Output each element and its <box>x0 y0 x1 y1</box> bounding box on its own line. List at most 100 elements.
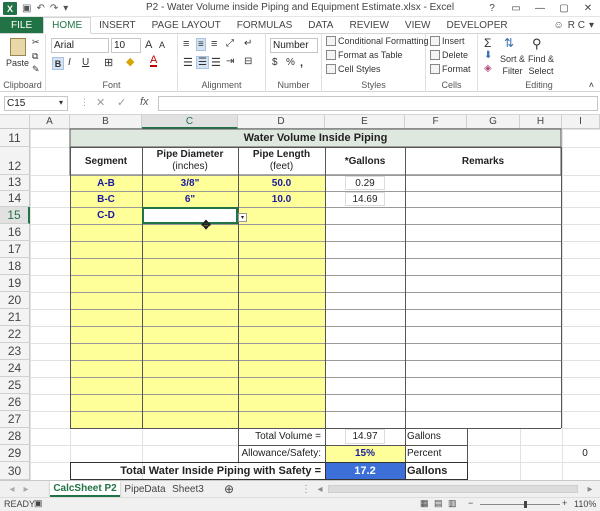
align-center-icon[interactable]: ☰ <box>196 56 209 69</box>
sheet-tab-pipedata[interactable]: PipeData <box>122 481 168 497</box>
maximize-icon[interactable]: ▢ <box>552 0 576 17</box>
scroll-left-icon[interactable]: ◂ <box>6 481 18 497</box>
format-cells-button[interactable]: Format <box>430 64 471 74</box>
cell-segment-3[interactable]: C-D <box>70 207 142 224</box>
cancel-entry-icon[interactable]: ✕ <box>96 96 105 109</box>
tab-data[interactable]: DATA <box>300 17 341 33</box>
zoom-in-icon[interactable]: + <box>562 498 567 508</box>
collapse-ribbon-icon[interactable]: ˄ <box>589 80 594 90</box>
zoom-level[interactable]: 110% <box>574 499 596 509</box>
copy-icon[interactable]: ⧉ <box>32 51 38 62</box>
row-header-26[interactable]: 26 <box>0 394 30 411</box>
row-header-20[interactable]: 20 <box>0 292 30 309</box>
dropdown-arrow-icon[interactable]: ▾ <box>238 213 247 222</box>
tab-review[interactable]: REVIEW <box>341 17 396 33</box>
font-name-select[interactable]: Arial <box>51 38 109 53</box>
percent-button[interactable]: % <box>286 57 295 68</box>
wrap-text-icon[interactable]: ↵ <box>244 38 252 49</box>
row-header-22[interactable]: 22 <box>0 326 30 343</box>
sheet-tab-calcsheet-p2[interactable]: CalcSheet P2 <box>50 481 120 497</box>
cell-gallons-1[interactable]: 0.29 <box>345 176 385 190</box>
paste-button[interactable]: Paste <box>6 38 29 68</box>
font-size-select[interactable]: 10 <box>111 38 141 53</box>
tab-file[interactable]: FILE <box>0 17 44 33</box>
formula-input[interactable] <box>158 96 598 111</box>
align-bottom-icon[interactable]: ≡ <box>211 38 217 50</box>
user-account[interactable]: ☺ R C ▾ <box>554 17 594 34</box>
clear-icon[interactable]: ◈ <box>484 63 492 74</box>
cell-styles-button[interactable]: Cell Styles <box>326 64 381 74</box>
row-header-28[interactable]: 28 <box>0 428 30 445</box>
page-layout-view-icon[interactable]: ▤ <box>434 498 443 509</box>
bold-button[interactable]: B <box>52 57 64 70</box>
row-header-16[interactable]: 16 <box>0 224 30 241</box>
hscroll-right-icon[interactable]: ▸ <box>584 481 596 497</box>
font-color-button[interactable]: A <box>150 55 158 67</box>
row-header-30[interactable]: 30 <box>0 462 30 480</box>
conditional-formatting-button[interactable]: Conditional Formatting <box>326 36 429 46</box>
confirm-entry-icon[interactable]: ✓ <box>117 96 126 109</box>
align-top-icon[interactable]: ≡ <box>183 38 189 50</box>
tab-page-layout[interactable]: PAGE LAYOUT <box>144 17 229 33</box>
delete-cells-button[interactable]: Delete <box>430 50 468 60</box>
ribbon-display-icon[interactable]: ▭ <box>504 0 528 17</box>
row-header-25[interactable]: 25 <box>0 377 30 394</box>
cell-gallons-2[interactable]: 14.69 <box>345 192 385 206</box>
scroll-right-icon[interactable]: ▸ <box>20 481 32 497</box>
fill-icon[interactable]: ⬇ <box>484 50 492 61</box>
merge-center-icon[interactable]: ⊟ <box>244 56 252 67</box>
cell-length-1[interactable]: 50.0 <box>238 175 325 191</box>
worksheet-grid[interactable]: A B C D E F G H I 11 12 13 14 15 16 17 1… <box>0 115 600 480</box>
align-left-icon[interactable]: ☰ <box>183 56 193 69</box>
name-box-dropdown-icon[interactable]: ▾ <box>59 98 63 107</box>
zoom-slider[interactable] <box>480 504 560 505</box>
sheet-tab-sheet3[interactable]: Sheet3 <box>170 481 206 497</box>
allowance-value[interactable]: 15% <box>325 445 405 462</box>
cell-segment-2[interactable]: B-C <box>70 191 142 207</box>
add-sheet-icon[interactable]: ⊕ <box>222 481 236 497</box>
zoom-out-icon[interactable]: − <box>468 498 473 508</box>
row-header-27[interactable]: 27 <box>0 411 30 428</box>
row-header-21[interactable]: 21 <box>0 309 30 326</box>
tab-view[interactable]: VIEW <box>397 17 439 33</box>
cell-diameter-1[interactable]: 3/8" <box>142 175 238 191</box>
row-header-15[interactable]: 15 <box>0 207 30 224</box>
row-header-13[interactable]: 13 <box>0 175 30 191</box>
format-as-table-button[interactable]: Format as Table <box>326 50 402 60</box>
row-header-19[interactable]: 19 <box>0 275 30 292</box>
row-header-17[interactable]: 17 <box>0 241 30 258</box>
tab-home[interactable]: HOME <box>43 17 92 34</box>
page-break-view-icon[interactable]: ▥ <box>448 498 457 509</box>
row-header-24[interactable]: 24 <box>0 360 30 377</box>
cell-length-2[interactable]: 10.0 <box>238 191 325 207</box>
help-icon[interactable]: ? <box>480 0 504 17</box>
row-header-11[interactable]: 11 <box>0 129 30 147</box>
macro-record-icon[interactable]: ▣ <box>34 498 43 509</box>
close-icon[interactable]: ✕ <box>576 0 600 17</box>
borders-icon[interactable]: ⊞ <box>104 56 113 69</box>
format-painter-icon[interactable]: ✎ <box>32 64 40 75</box>
active-cell-c15[interactable] <box>142 207 238 224</box>
tab-insert[interactable]: INSERT <box>91 17 144 33</box>
row-header-23[interactable]: 23 <box>0 343 30 360</box>
comma-button[interactable]: , <box>300 57 303 69</box>
tab-formulas[interactable]: FORMULAS <box>229 17 301 33</box>
hscroll-left-icon[interactable]: ◂ <box>314 481 326 497</box>
row-header-18[interactable]: 18 <box>0 258 30 275</box>
number-format-select[interactable]: Number <box>270 38 318 53</box>
orientation-icon[interactable]: ⤢ <box>226 38 234 49</box>
sort-filter-button[interactable]: Sort & Filter <box>500 54 525 76</box>
minimize-icon[interactable]: — <box>528 0 552 17</box>
align-middle-icon[interactable]: ≡ <box>196 38 206 51</box>
tab-developer[interactable]: DEVELOPER <box>438 17 515 33</box>
row-header-12[interactable]: 12 <box>0 147 30 175</box>
underline-button[interactable]: U <box>82 57 89 68</box>
row-header-14[interactable]: 14 <box>0 191 30 207</box>
autosum-button[interactable]: Σ <box>484 36 491 50</box>
cell-diameter-2[interactable]: 6" <box>142 191 238 207</box>
indent-icon[interactable]: ⇥ <box>226 56 234 67</box>
grow-font-button[interactable]: A <box>145 39 152 51</box>
normal-view-icon[interactable]: ▦ <box>420 498 429 509</box>
insert-function-button[interactable]: fx <box>140 96 149 108</box>
cut-icon[interactable]: ✂ <box>32 37 40 48</box>
